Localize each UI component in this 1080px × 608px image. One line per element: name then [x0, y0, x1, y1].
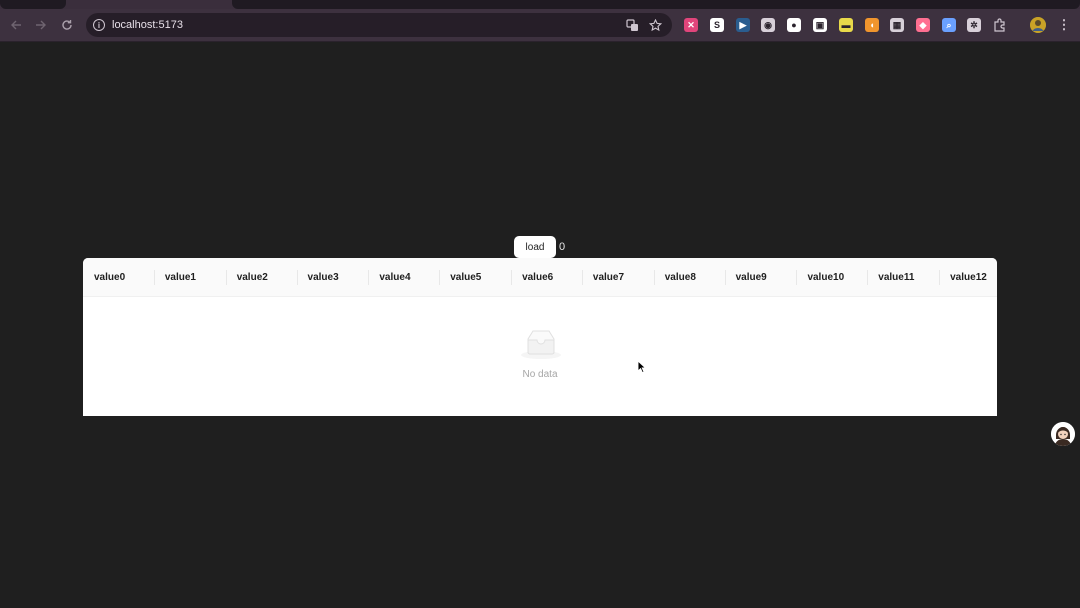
load-button[interactable]: load: [514, 236, 556, 258]
back-arrow-icon: [11, 20, 21, 30]
extension-image-icon[interactable]: ▣: [812, 17, 828, 33]
kebab-menu-icon[interactable]: ⋮: [1056, 17, 1072, 33]
page-viewport: load 0 value0 value1 value2 value3 value4 val…: [0, 42, 1080, 608]
data-table: value0 value1 value2 value3 value4 value5 valu…: [83, 258, 997, 416]
extension-gradient-icon[interactable]: ◆: [915, 17, 931, 33]
address-bar[interactable]: i localhost:5173: [86, 13, 672, 37]
column-header-2: value2: [225, 258, 297, 297]
extension-bubble-icon[interactable]: ●: [786, 17, 802, 33]
column-header-7: value7: [581, 258, 654, 297]
extension-grid-icon[interactable]: ▦: [889, 17, 905, 33]
column-header-11: value11: [867, 258, 939, 297]
mouse-cursor-icon: [637, 360, 647, 374]
column-header-3: value3: [296, 258, 369, 297]
reload-icon: [62, 20, 72, 30]
column-header-9: value9: [724, 258, 797, 297]
extension-pink-icon[interactable]: ✕: [683, 17, 699, 33]
forward-arrow-icon: [36, 20, 46, 30]
extension-react-icon[interactable]: ✲: [966, 17, 982, 33]
column-header-4: value4: [368, 258, 439, 297]
floating-assistant-avatar[interactable]: [1051, 422, 1075, 446]
extension-search-icon[interactable]: ⌕: [941, 17, 957, 33]
url-text[interactable]: localhost:5173: [112, 18, 183, 32]
tab-next[interactable]: [232, 0, 1080, 9]
forward-button[interactable]: [30, 14, 52, 36]
translate-icon[interactable]: [624, 17, 640, 33]
column-header-5: value5: [439, 258, 511, 297]
table-header: value0 value1 value2 value3 value4 value5 valu…: [83, 258, 997, 297]
back-button[interactable]: [5, 14, 27, 36]
puzzle-icon[interactable]: [992, 17, 1008, 33]
tab-strip: [0, 0, 1080, 9]
column-header-6: value6: [511, 258, 582, 297]
empty-inbox-icon: [521, 330, 561, 359]
load-counter: 0: [559, 241, 566, 253]
avatar-face-icon: [1051, 422, 1075, 446]
reload-button[interactable]: [56, 14, 78, 36]
profile-avatar[interactable]: [1030, 17, 1046, 33]
column-header-8: value8: [653, 258, 725, 297]
empty-state: No data: [83, 298, 997, 416]
column-header-12: value12: [939, 258, 997, 297]
column-header-10: value10: [796, 258, 867, 297]
empty-text: No data: [522, 369, 558, 380]
column-header-0: value0: [94, 272, 126, 283]
star-icon[interactable]: [647, 17, 663, 33]
column-header-1: value1: [153, 258, 226, 297]
site-info-icon[interactable]: i: [93, 19, 105, 31]
extension-circle-icon[interactable]: ◉: [760, 17, 776, 33]
extension-yellow-icon[interactable]: ▬: [838, 17, 854, 33]
browser-toolbar: i localhost:5173 ✕ S ▶ ◉ ● ▣ ▬ ◖ ▦ ◆ ⌕ ✲ ⋮: [0, 9, 1080, 42]
extension-camera-icon[interactable]: ▶: [735, 17, 751, 33]
tab-previous[interactable]: [0, 0, 66, 9]
extension-s-icon[interactable]: S: [709, 17, 725, 33]
extension-orange-icon[interactable]: ◖: [864, 17, 880, 33]
